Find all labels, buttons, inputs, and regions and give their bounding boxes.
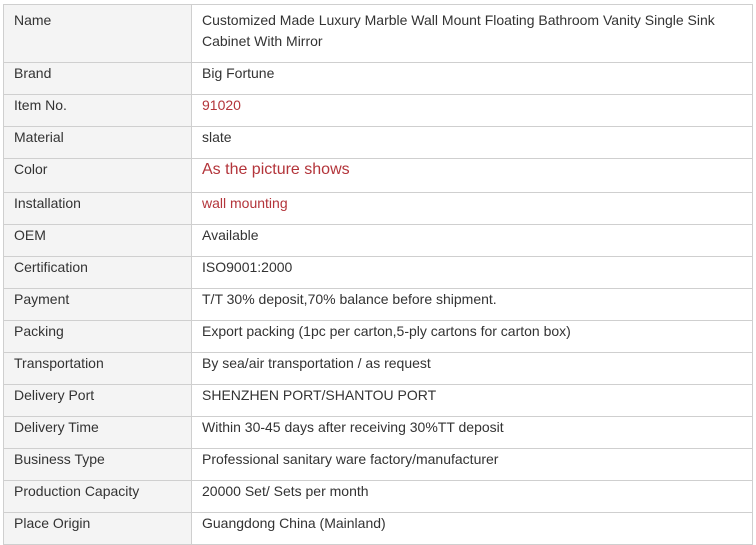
table-row: Color As the picture shows	[3, 158, 753, 193]
row-label: Delivery Port	[3, 384, 192, 417]
product-spec-table: Name Customized Made Luxury Marble Wall …	[3, 4, 753, 545]
row-value: By sea/air transportation / as request	[191, 352, 753, 385]
table-row: Brand Big Fortune	[3, 62, 753, 95]
row-label: Packing	[3, 320, 192, 353]
row-value: wall mounting	[191, 192, 753, 225]
table-row: Place Origin Guangdong China (Mainland)	[3, 512, 753, 545]
row-value: 91020	[191, 94, 753, 127]
table-row: Material slate	[3, 126, 753, 159]
row-label: Name	[3, 4, 192, 63]
row-value: Within 30-45 days after receiving 30%TT …	[191, 416, 753, 449]
row-value: T/T 30% deposit,70% balance before shipm…	[191, 288, 753, 321]
row-value: Customized Made Luxury Marble Wall Mount…	[191, 4, 753, 63]
table-row: Installation wall mounting	[3, 192, 753, 225]
row-label: Installation	[3, 192, 192, 225]
row-value: Big Fortune	[191, 62, 753, 95]
row-label: Brand	[3, 62, 192, 95]
row-label: Production Capacity	[3, 480, 192, 513]
row-label: Business Type	[3, 448, 192, 481]
row-label: Payment	[3, 288, 192, 321]
row-value: Available	[191, 224, 753, 257]
row-label: Transportation	[3, 352, 192, 385]
row-value: 20000 Set/ Sets per month	[191, 480, 753, 513]
row-value: As the picture shows	[191, 158, 753, 193]
table-row: Payment T/T 30% deposit,70% balance befo…	[3, 288, 753, 321]
table-row: Item No. 91020	[3, 94, 753, 127]
row-label: Item No.	[3, 94, 192, 127]
row-value: Guangdong China (Mainland)	[191, 512, 753, 545]
row-value: SHENZHEN PORT/SHANTOU PORT	[191, 384, 753, 417]
table-row: Packing Export packing (1pc per carton,5…	[3, 320, 753, 353]
table-row: Transportation By sea/air transportation…	[3, 352, 753, 385]
row-value: Professional sanitary ware factory/manuf…	[191, 448, 753, 481]
table-row: Delivery Port SHENZHEN PORT/SHANTOU PORT	[3, 384, 753, 417]
row-label: Color	[3, 158, 192, 193]
row-label: Certification	[3, 256, 192, 289]
row-label: Place Origin	[3, 512, 192, 545]
table-row: Name Customized Made Luxury Marble Wall …	[3, 4, 753, 63]
table-row: OEM Available	[3, 224, 753, 257]
row-label: OEM	[3, 224, 192, 257]
table-row: Certification ISO9001:2000	[3, 256, 753, 289]
table-row: Production Capacity 20000 Set/ Sets per …	[3, 480, 753, 513]
row-value: ISO9001:2000	[191, 256, 753, 289]
row-label: Delivery Time	[3, 416, 192, 449]
row-value: slate	[191, 126, 753, 159]
table-row: Delivery Time Within 30-45 days after re…	[3, 416, 753, 449]
row-value: Export packing (1pc per carton,5-ply car…	[191, 320, 753, 353]
row-label: Material	[3, 126, 192, 159]
table-row: Business Type Professional sanitary ware…	[3, 448, 753, 481]
